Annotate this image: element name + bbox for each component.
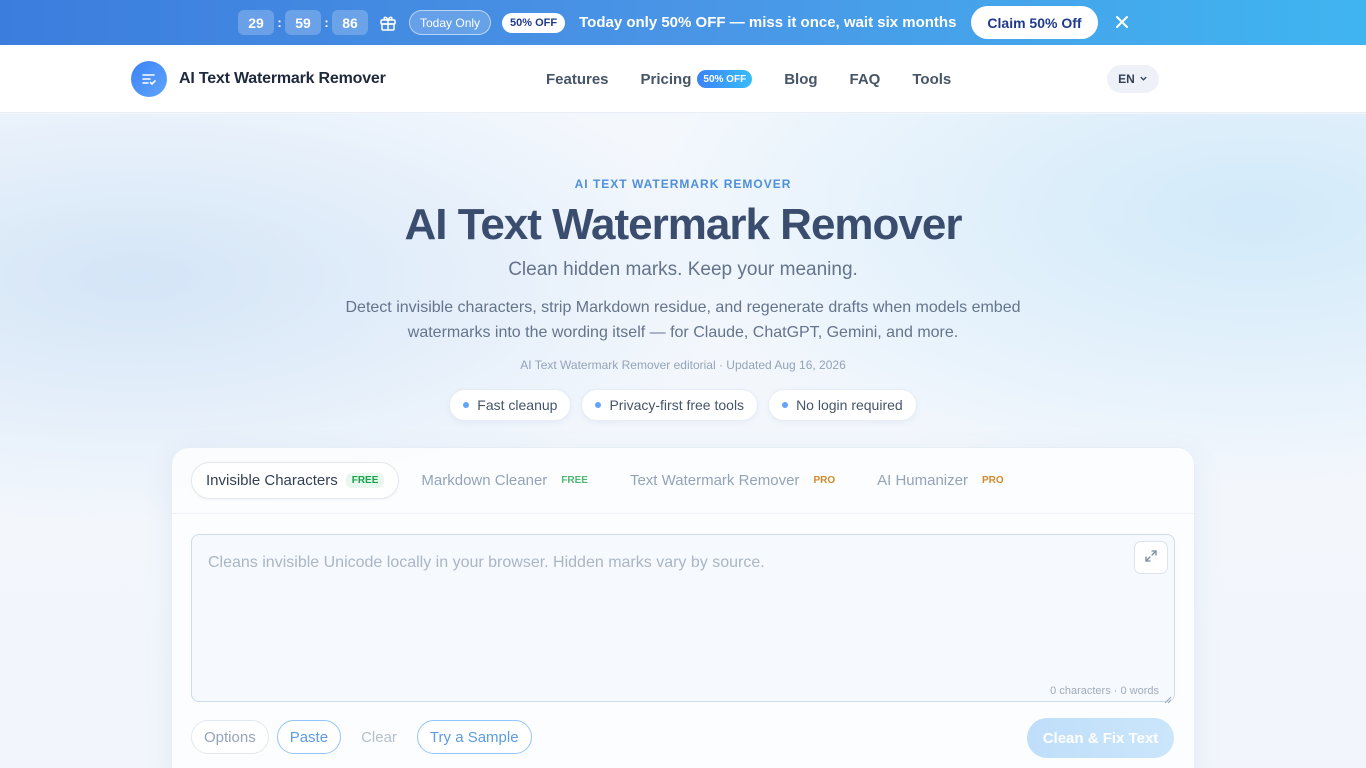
promo-message: Today only 50% OFF — miss it once, wait … xyxy=(579,14,957,31)
close-icon[interactable] xyxy=(1115,15,1131,31)
pricing-discount-badge: 50% OFF xyxy=(697,70,753,88)
top-navigation: AI Text Watermark Remover Features Prici… xyxy=(0,45,1366,113)
tab-label: AI Humanizer xyxy=(877,472,968,489)
promo-banner: 29 : 59 : 86 Today Only 50% OFF Today on… xyxy=(0,0,1366,45)
discount-badge: 50% OFF xyxy=(502,12,566,33)
countdown-separator: : xyxy=(277,15,282,30)
paste-button[interactable]: Paste xyxy=(276,720,342,754)
gift-icon xyxy=(378,13,398,33)
nav-links: Features Pricing 50% OFF Blog FAQ Tools xyxy=(546,45,983,113)
language-selector[interactable]: EN xyxy=(1107,65,1159,93)
claim-discount-button[interactable]: Claim 50% Off xyxy=(971,6,1098,39)
free-badge: FREE xyxy=(561,475,588,486)
tool-tabs: Invisible Characters FREE Markdown Clean… xyxy=(191,462,1032,499)
pro-badge: PRO xyxy=(813,475,836,486)
clear-button[interactable]: Clear xyxy=(349,720,409,754)
tool-actions: Options Paste Clear Try a Sample xyxy=(191,720,540,754)
page-title: AI Text Watermark Remover xyxy=(404,200,963,249)
promo-content: 29 : 59 : 86 Today Only 50% OFF Today on… xyxy=(238,0,1131,45)
chevron-down-icon xyxy=(1139,72,1148,86)
countdown-seconds: 86 xyxy=(332,10,368,35)
nav-link-faq[interactable]: FAQ xyxy=(850,71,881,88)
language-label: EN xyxy=(1118,72,1135,86)
expand-icon xyxy=(1145,549,1157,567)
expand-button[interactable] xyxy=(1134,541,1168,574)
nav-link-tools[interactable]: Tools xyxy=(912,71,951,88)
countdown-separator: : xyxy=(324,15,329,30)
tab-invisible-characters[interactable]: Invisible Characters FREE xyxy=(191,462,400,499)
text-input-placeholder: Cleans invisible Unicode locally in your… xyxy=(208,554,765,571)
options-button[interactable]: Options xyxy=(191,720,269,754)
tool-card: Invisible Characters FREE Markdown Clean… xyxy=(171,447,1195,768)
tab-label: Markdown Cleaner xyxy=(421,472,548,489)
feature-pill: No login required xyxy=(768,389,917,421)
feature-pill-label: Fast cleanup xyxy=(477,397,558,413)
bullet-dot-icon xyxy=(782,402,789,408)
nav-link-blog[interactable]: Blog xyxy=(784,71,817,88)
divider xyxy=(172,513,1194,514)
countdown-hours: 29 xyxy=(238,10,274,35)
nav-link-pricing[interactable]: Pricing 50% OFF xyxy=(641,70,753,88)
tab-markdown-cleaner[interactable]: Markdown Cleaner FREE xyxy=(407,462,608,499)
resize-grip-icon[interactable] xyxy=(1164,691,1172,704)
text-lines-check-icon xyxy=(131,61,167,97)
feature-pill: Privacy-first free tools xyxy=(581,389,759,421)
tab-label: Invisible Characters xyxy=(206,472,338,489)
tab-ai-humanizer[interactable]: AI Humanizer PRO xyxy=(863,462,1024,499)
nav-link-pricing-label: Pricing xyxy=(640,70,692,88)
clean-fix-button[interactable]: Clean & Fix Text xyxy=(1027,718,1174,758)
hero-description: Detect invisible characters, strip Markd… xyxy=(345,299,1021,341)
brand-name: AI Text Watermark Remover xyxy=(179,70,386,87)
feature-pill-label: No login required xyxy=(796,397,903,413)
feature-pill-label: Privacy-first free tools xyxy=(609,397,745,413)
brand-logo[interactable]: AI Text Watermark Remover xyxy=(131,61,386,97)
editorial-meta: AI Text Watermark Remover editorial · Up… xyxy=(520,358,846,372)
hero-subtitle: Clean hidden marks. Keep your meaning. xyxy=(508,259,858,280)
countdown-minutes: 59 xyxy=(285,10,321,35)
character-word-counter: 0 characters · 0 words xyxy=(1050,685,1159,697)
hero-section: AI TEXT WATERMARK REMOVER AI Text Waterm… xyxy=(0,114,1366,768)
text-input-area[interactable]: Cleans invisible Unicode locally in your… xyxy=(191,534,1175,704)
tab-label: Text Watermark Remover xyxy=(629,472,800,489)
try-sample-button[interactable]: Try a Sample xyxy=(416,720,532,754)
free-badge: FREE xyxy=(345,473,385,488)
hero-eyebrow: AI TEXT WATERMARK REMOVER xyxy=(574,177,792,191)
tab-text-watermark-remover[interactable]: Text Watermark Remover PRO xyxy=(616,462,855,499)
bullet-dot-icon xyxy=(595,402,602,408)
nav-link-features[interactable]: Features xyxy=(546,71,609,88)
today-only-badge: Today Only xyxy=(409,10,492,35)
bullet-dot-icon xyxy=(463,402,470,408)
pro-badge: PRO xyxy=(981,475,1004,486)
feature-pills: Fast cleanup Privacy-first free tools No… xyxy=(0,389,1366,421)
feature-pill: Fast cleanup xyxy=(449,389,572,421)
